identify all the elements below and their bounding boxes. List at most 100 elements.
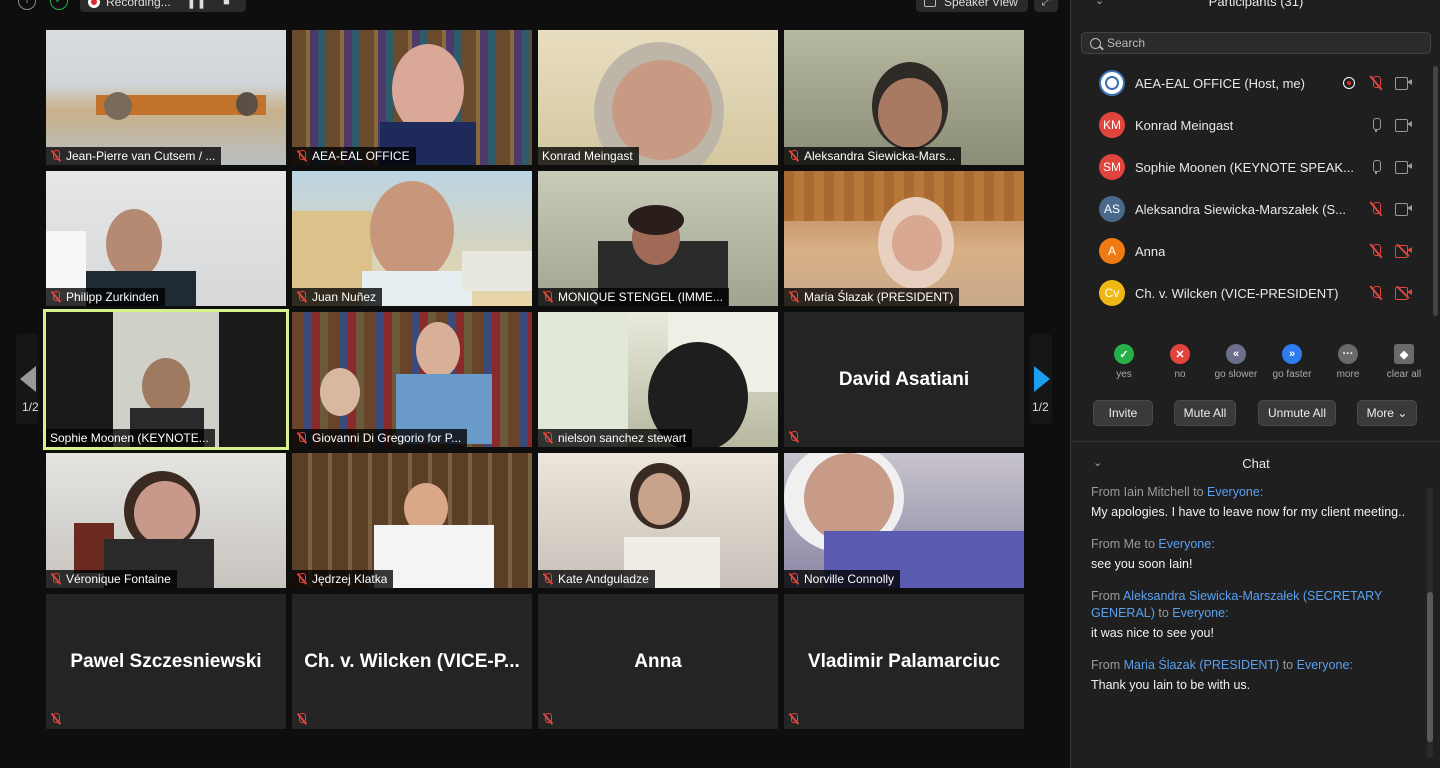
speaker-view-button[interactable]: Speaker View [916,0,1028,12]
recording-indicator: Recording... ❚❚ ■ [80,0,246,12]
mic-icon[interactable] [1369,159,1383,175]
stop-recording-button[interactable]: ■ [223,0,231,8]
participants-title: Participants (31) [1208,0,1304,9]
participant-row[interactable]: Cv Ch. v. Wilcken (VICE-PRESIDENT) [1071,272,1440,314]
video-camera-icon[interactable] [1395,161,1412,174]
video-off-icon[interactable] [1395,285,1412,300]
video-tile[interactable]: Sophie Moonen (KEYNOTE... [43,309,289,450]
video-tile[interactable]: Norville Connolly [784,453,1024,588]
collapse-chevron-icon[interactable]: ⌄ [1095,0,1104,7]
video-tile[interactable]: David Asatiani [784,312,1024,447]
mic-muted-icon [50,573,62,585]
mute-all-button[interactable]: Mute All [1174,400,1236,426]
avatar: A [1099,238,1125,264]
chat-sender-line: From Aleksandra Siewicka-Marszałek (SECR… [1091,588,1421,622]
feedback-go-faster-button[interactable]: » go faster [1267,344,1317,380]
participant-name: Kate Andguladze [558,572,649,586]
video-tile[interactable]: Giovanni Di Gregorio for P... [292,312,532,447]
video-shape [142,358,190,414]
video-camera-icon[interactable] [1395,203,1412,216]
chat-to-prefix: to [1279,658,1297,672]
video-camera-icon[interactable] [1395,119,1412,132]
chat-scrollbar[interactable] [1427,488,1433,758]
video-off-icon[interactable] [1395,243,1412,258]
feedback-more-button[interactable]: ··· more [1323,344,1373,380]
video-feed [46,30,286,165]
search-input[interactable] [1107,36,1407,50]
mic-muted-icon[interactable] [1369,75,1383,91]
video-camera-icon[interactable] [1395,77,1412,90]
video-tile[interactable]: Maria Ślazak (PRESIDENT) [784,171,1024,306]
video-tile[interactable]: Jean-Pierre van Cutsem / ... [46,30,286,165]
participant-name: Aleksandra Siewicka-Marszałek (S... [1135,201,1346,217]
feedback-label: clear all [1386,369,1422,380]
chat-recipient[interactable]: Everyone [1207,485,1260,499]
video-tile[interactable]: Jędrzej Klatka [292,453,532,588]
video-gallery: i ✓ Recording... ❚❚ ■ Speaker View ⤢ Jea… [0,0,1070,768]
chat-from-prefix: From [1091,485,1124,499]
chat-sender[interactable]: Aleksandra Siewicka-Marszałek (SECRETARY… [1091,589,1382,620]
name-tag: MONIQUE STENGEL (IMME... [538,288,729,306]
chat-recipient[interactable]: Everyone [1297,658,1350,672]
participant-row[interactable]: AS Aleksandra Siewicka-Marszałek (S... [1071,188,1440,230]
name-tag: nielson sanchez stewart [538,429,693,447]
video-shape [104,92,132,120]
mic-muted-icon[interactable] [1369,243,1383,259]
video-tile[interactable]: Pawel Szczesniewski [46,594,286,729]
video-tile[interactable]: Anna [538,594,778,729]
feedback-no-button[interactable]: ✕ no [1155,344,1205,380]
fullscreen-icon[interactable]: ⤢ [1034,0,1058,12]
chat-sender[interactable]: Me [1124,537,1141,551]
feedback-yes-button[interactable]: ✓ yes [1099,344,1149,380]
participant-row[interactable]: AEA-EAL OFFICE (Host, me) [1071,62,1440,104]
more-options-button[interactable]: More ⌄ [1357,400,1417,426]
participant-name: Anna [1135,243,1166,259]
security-shield-icon[interactable]: ✓ [50,0,68,10]
collapse-chevron-icon[interactable]: ⌄ [1093,456,1102,469]
mic-icon[interactable] [1369,117,1383,133]
chat-title: Chat [1242,456,1270,471]
video-feed [784,171,1024,306]
participant-list-scrollbar[interactable] [1433,66,1438,316]
video-tile[interactable]: Véronique Fontaine [46,453,286,588]
video-tile[interactable]: Konrad Meingast [538,30,778,165]
grid-view-icon [924,0,936,7]
chat-recipient[interactable]: Everyone [1172,606,1225,620]
feedback-clear-all-button[interactable]: ◆ clear all [1379,344,1429,380]
video-feed [292,312,532,447]
video-tile[interactable]: Philipp Zurkinden [46,171,286,306]
mic-muted-icon[interactable] [1369,285,1383,301]
video-tile[interactable]: Ch. v. Wilcken (VICE-P... [292,594,532,729]
chat-sender[interactable]: Maria Ślazak (PRESIDENT) [1124,658,1280,672]
video-tile[interactable]: Vladimir Palamarciuc [784,594,1024,729]
pause-recording-button[interactable]: ❚❚ [187,0,207,9]
video-tile[interactable]: Aleksandra Siewicka-Mars... [784,30,1024,165]
video-tile[interactable]: AEA-EAL OFFICE [292,30,532,165]
video-tile[interactable]: nielson sanchez stewart [538,312,778,447]
participant-row[interactable]: A Anna [1071,230,1440,272]
chat-recipient[interactable]: Everyone [1158,537,1211,551]
nonverbal-feedback-bar: ✓ yes ✕ no « go slower » go faster ··· more ◆ clear… [1099,344,1429,380]
name-tag: Sophie Moonen (KEYNOTE... [46,429,215,447]
chat-sender[interactable]: Iain Mitchell [1124,485,1190,499]
video-tile[interactable]: Juan Nuñez [292,171,532,306]
invite-button[interactable]: Invite [1093,400,1153,426]
video-feed [538,312,778,447]
panel-divider [1071,441,1440,442]
participant-search[interactable] [1081,32,1431,54]
participant-row[interactable]: KM Konrad Meingast [1071,104,1440,146]
video-tile[interactable]: Kate Andguladze [538,453,778,588]
video-feed [538,453,778,588]
participant-row[interactable]: SM Sophie Moonen (KEYNOTE SPEAK... [1071,146,1440,188]
info-icon[interactable]: i [18,0,36,10]
view-label: Speaker View [944,0,1018,9]
participants-header: ⌄ Participants (31) [1071,0,1440,16]
participant-name-large: Ch. v. Wilcken (VICE-P... [304,650,520,672]
feedback-go-slower-button[interactable]: « go slower [1211,344,1261,380]
mic-muted-icon[interactable] [1369,201,1383,217]
unmute-all-button[interactable]: Unmute All [1258,400,1336,426]
video-tile[interactable]: MONIQUE STENGEL (IMME... [538,171,778,306]
name-tag: Kate Andguladze [538,570,655,588]
chat-to-prefix: to [1154,606,1173,620]
participant-name: AEA-EAL OFFICE (Host, me) [1135,75,1305,91]
